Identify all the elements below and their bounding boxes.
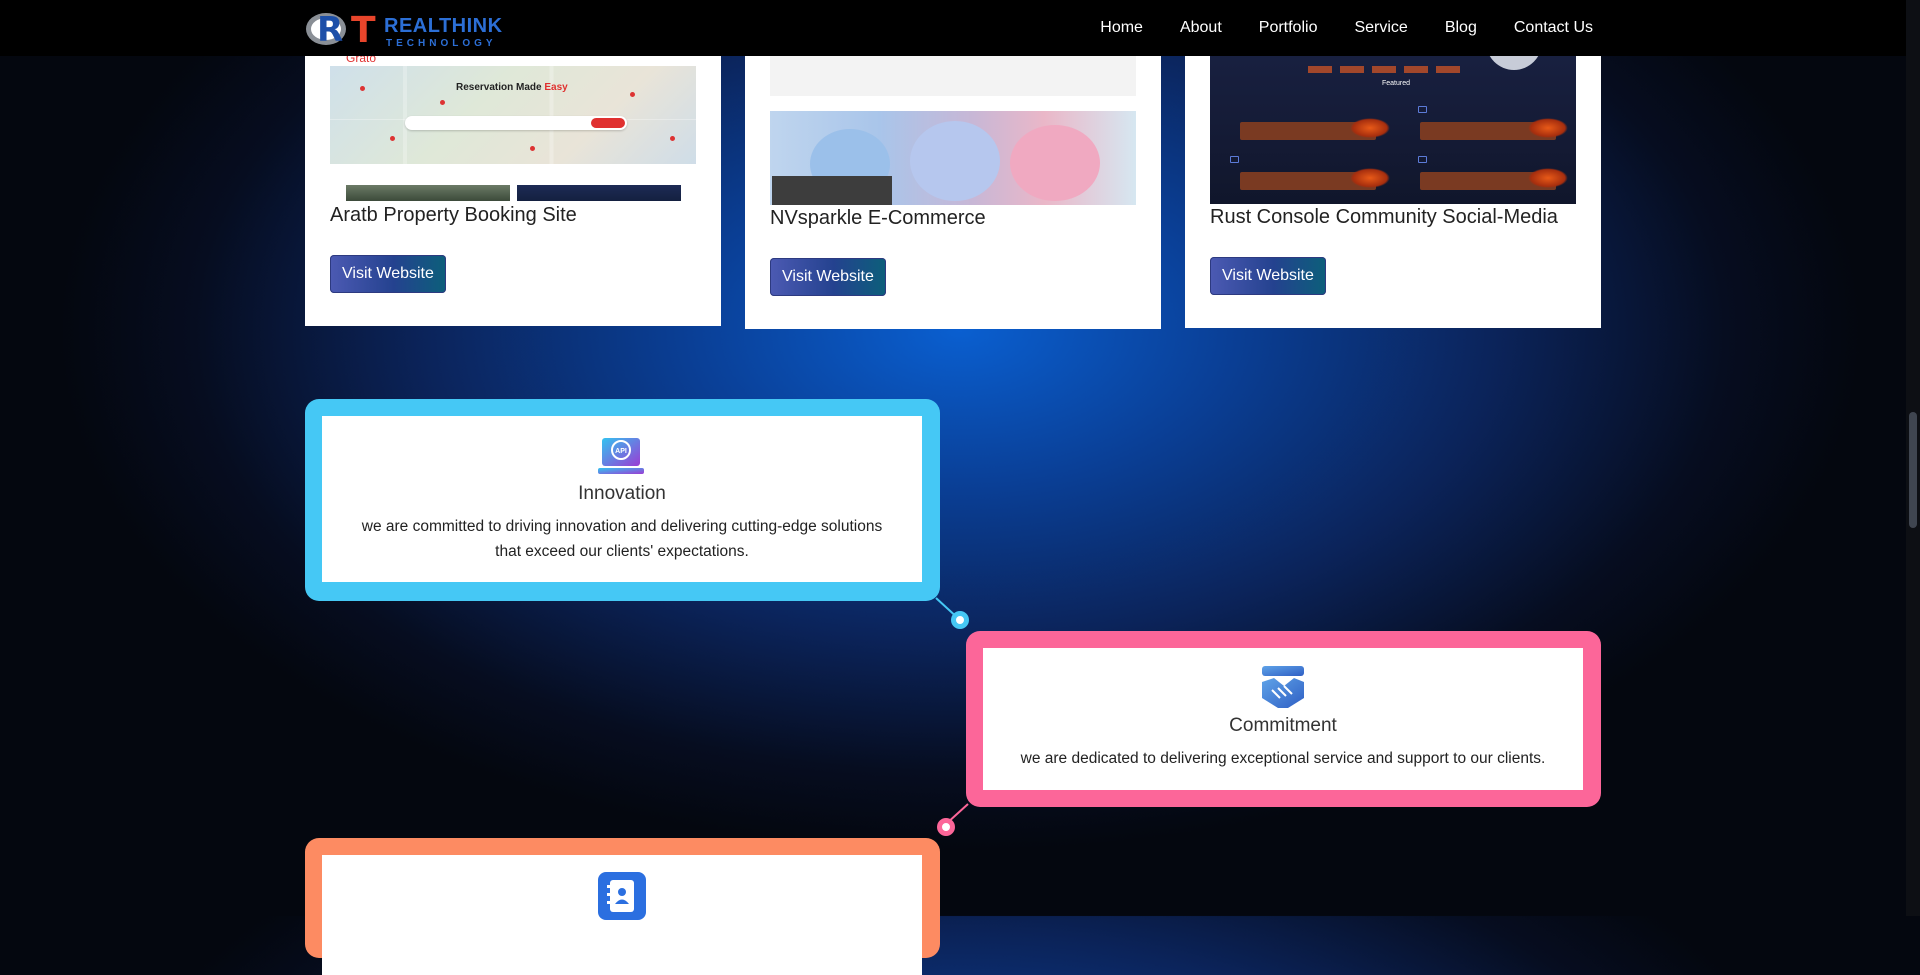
timeline-dot [937,818,955,836]
realthink-logo[interactable]: R T REALTHINK TECHNOLOGY [304,9,503,51]
nav-blog[interactable]: Blog [1445,19,1477,37]
api-laptop-icon: API [598,438,644,474]
value-description: we are committed to driving innovation a… [361,518,883,560]
main-nav: Home About Portfolio Service Blog Contac… [1100,0,1593,56]
value-card-contact [305,838,940,975]
logo-subtitle: TECHNOLOGY [386,38,497,49]
portfolio-card-nvsparkle: NVsparkle E-Commerce Visit Website [745,56,1161,329]
visit-website-button[interactable]: Visit Website [770,258,886,296]
value-title: Commitment [1229,715,1337,736]
value-description: we are dedicated to delivering exception… [1020,750,1546,767]
aratb-screenshot-thumbnails [346,185,681,201]
contact-book-icon [598,872,646,920]
nav-portfolio[interactable]: Portfolio [1259,19,1318,37]
portfolio-title: Rust Console Community Social-Media [1210,206,1558,228]
aratb-screenshot: Reservation Made Easy [330,66,696,164]
rust-screenshot-heading: Featured [1382,80,1411,87]
portfolio-card-rust: Featured Rust Console Community Social-M… [1185,56,1601,328]
aratb-screenshot-searchbar [405,116,627,130]
value-card-innovation: API Innovation we are committed to drivi… [305,399,940,601]
svg-text:API: API [615,448,627,455]
value-card-commitment: Commitment we are dedicated to deliverin… [966,631,1601,807]
handshake-icon [1262,666,1304,708]
nav-home[interactable]: Home [1100,19,1143,37]
portfolio-card-aratb: Grato Reservation Made Easy Aratb Proper… [305,51,721,326]
top-navigation-bar: R T REALTHINK TECHNOLOGY Home About Port… [0,0,1906,56]
nav-contact-us[interactable]: Contact Us [1514,19,1593,37]
page-scrollbar[interactable] [1906,0,1920,916]
logo-name: REALTHINK [384,15,503,37]
portfolio-title: Aratb Property Booking Site [330,204,577,226]
visit-website-button[interactable]: Visit Website [330,255,446,293]
nav-about[interactable]: About [1180,19,1222,37]
scrollbar-thumb[interactable] [1909,412,1917,528]
timeline-dot [951,611,969,629]
logo-mark: R [304,9,350,50]
value-title: Innovation [578,483,666,504]
visit-website-button[interactable]: Visit Website [1210,257,1326,295]
portfolio-title: NVsparkle E-Commerce [770,207,986,229]
aratb-screenshot-heading: Reservation Made Easy [456,82,568,93]
nav-service[interactable]: Service [1354,19,1407,37]
logo-letter-t: T [351,10,376,51]
nvsparkle-screenshot [770,56,1136,205]
rust-screenshot: Featured [1210,56,1576,204]
